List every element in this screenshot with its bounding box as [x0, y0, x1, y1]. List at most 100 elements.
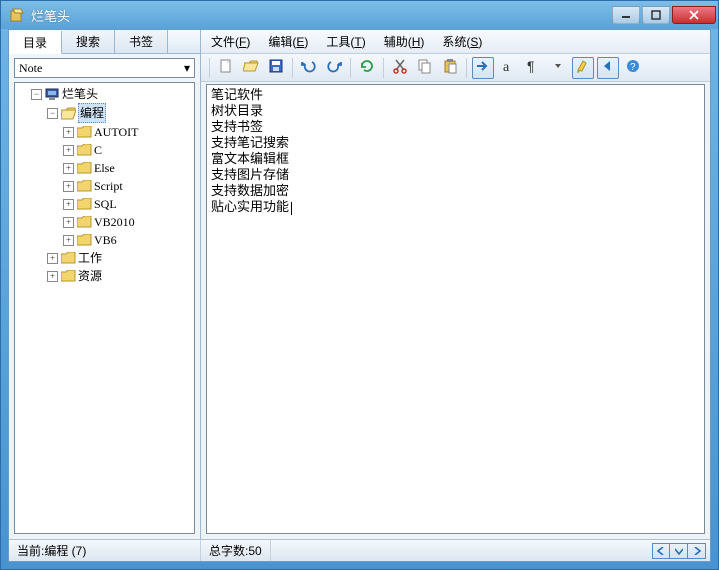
undo-button[interactable]	[298, 57, 320, 79]
folder-icon	[77, 234, 92, 247]
back-icon	[600, 58, 616, 77]
font-a-icon: a	[500, 58, 516, 77]
help-icon: ?	[625, 58, 641, 77]
tree-root[interactable]: −烂笔头	[31, 85, 194, 103]
new-button[interactable]	[215, 57, 237, 79]
tree-folder[interactable]: +VB6	[63, 231, 194, 249]
copy-button[interactable]	[414, 57, 436, 79]
tree-folder[interactable]: −编程	[47, 103, 194, 123]
open-icon	[243, 58, 259, 77]
titlebar: 烂笔头	[1, 1, 718, 29]
editor-line: 支持笔记搜索	[211, 135, 700, 151]
minimize-button[interactable]	[612, 6, 640, 24]
tree-folder[interactable]: +VB2010	[63, 213, 194, 231]
cut-button[interactable]	[389, 57, 411, 79]
open-button[interactable]	[240, 57, 262, 79]
tree-folder[interactable]: +资源	[47, 267, 194, 285]
folder-icon	[77, 126, 92, 139]
pilcrow-icon: ¶	[525, 58, 541, 77]
app-icon	[9, 7, 25, 23]
goto-button[interactable]	[472, 57, 494, 79]
menu-e[interactable]: 编辑(E)	[268, 33, 308, 50]
tree-view[interactable]: −烂笔头−编程+AUTOIT+C+Else+Script+SQL+VB2010+…	[14, 82, 195, 534]
tree-folder[interactable]: +C	[63, 141, 194, 159]
window-controls	[612, 6, 716, 24]
status-left: 当前:编程 (7)	[9, 540, 201, 561]
goto-icon	[475, 58, 491, 77]
editor-line: 贴心实用功能	[211, 199, 700, 215]
folder-icon	[77, 162, 92, 175]
paste-icon	[442, 58, 458, 77]
font-a-button[interactable]: a	[497, 57, 519, 79]
tree-folder[interactable]: +AUTOIT	[63, 123, 194, 141]
help-button[interactable]: ?	[622, 57, 644, 79]
save-icon	[268, 58, 284, 77]
folder-icon	[77, 180, 92, 193]
status-wordcount: 总字数:50	[201, 540, 271, 561]
notebook-select[interactable]: Note ▾	[14, 58, 195, 78]
editor-line: 支持数据加密	[211, 183, 700, 199]
maximize-button[interactable]	[642, 6, 670, 24]
workarea: 目录 搜索 书签 Note ▾ −烂笔头−编程+AUTOIT+C+Else+Sc…	[9, 30, 710, 539]
tab-search[interactable]: 搜索	[62, 30, 115, 53]
highlight-icon	[575, 58, 591, 77]
cut-icon	[392, 58, 408, 77]
chevron-down-icon: ▾	[184, 61, 190, 76]
left-pane: 目录 搜索 书签 Note ▾ −烂笔头−编程+AUTOIT+C+Else+Sc…	[9, 30, 201, 539]
combo-row: Note ▾	[9, 54, 200, 82]
redo-icon	[326, 58, 342, 77]
dropdown-icon	[554, 58, 562, 77]
highlight-button[interactable]	[572, 57, 594, 79]
menu-s[interactable]: 系统(S)	[442, 33, 482, 50]
tab-bookmark[interactable]: 书签	[115, 30, 168, 53]
menu-h[interactable]: 辅助(H)	[384, 33, 425, 50]
sidebar-tabs: 目录 搜索 书签	[9, 30, 200, 54]
tree-folder[interactable]: +SQL	[63, 195, 194, 213]
folder-icon	[77, 216, 92, 229]
save-button[interactable]	[265, 57, 287, 79]
statusbar: 当前:编程 (7) 总字数:50	[9, 539, 710, 561]
editor[interactable]: 笔记软件树状目录支持书签支持笔记搜索富文本编辑框支持图片存储支持数据加密贴心实用…	[206, 84, 705, 534]
folder-open-icon	[61, 107, 76, 120]
undo-icon	[301, 58, 317, 77]
refresh-button[interactable]	[356, 57, 378, 79]
refresh-icon	[359, 58, 375, 77]
computer-icon	[45, 88, 60, 101]
nav-prev-button[interactable]	[652, 543, 670, 559]
nav-next-button[interactable]	[688, 543, 706, 559]
client-area: 目录 搜索 书签 Note ▾ −烂笔头−编程+AUTOIT+C+Else+Sc…	[8, 29, 711, 562]
toolbar: a ¶?	[201, 54, 710, 82]
folder-icon	[61, 252, 76, 265]
svg-text:¶: ¶	[527, 58, 535, 74]
editor-line: 支持书签	[211, 119, 700, 135]
folder-icon	[77, 144, 92, 157]
pilcrow-button[interactable]: ¶	[522, 57, 544, 79]
folder-icon	[61, 270, 76, 283]
menu-f[interactable]: 文件(F)	[211, 33, 250, 50]
copy-icon	[417, 58, 433, 77]
tree-folder[interactable]: +工作	[47, 249, 194, 267]
app-window: 烂笔头 目录 搜索 书签 Note ▾	[0, 0, 719, 570]
folder-icon	[77, 198, 92, 211]
back-button[interactable]	[597, 57, 619, 79]
editor-line: 笔记软件	[211, 87, 700, 103]
status-nav	[652, 543, 710, 559]
menu-t[interactable]: 工具(T)	[326, 33, 365, 50]
right-pane: 文件(F)编辑(E)工具(T)辅助(H)系统(S) a¶? 笔记软件树状目录支持…	[201, 30, 710, 539]
editor-line: 树状目录	[211, 103, 700, 119]
redo-button[interactable]	[323, 57, 345, 79]
tab-directory[interactable]: 目录	[9, 31, 62, 54]
editor-line: 富文本编辑框	[211, 151, 700, 167]
tree-folder[interactable]: +Script	[63, 177, 194, 195]
new-icon	[218, 58, 234, 77]
svg-text:a: a	[503, 60, 510, 74]
paste-button[interactable]	[439, 57, 461, 79]
close-button[interactable]	[672, 6, 716, 24]
svg-text:?: ?	[630, 62, 636, 73]
editor-line: 支持图片存储	[211, 167, 700, 183]
menubar: 文件(F) 编辑(E) 工具(T) 辅助(H) 系统(S)	[201, 30, 710, 54]
window-title: 烂笔头	[31, 6, 612, 25]
nav-down-button[interactable]	[670, 543, 688, 559]
dropdown-button[interactable]	[547, 57, 569, 79]
tree-folder[interactable]: +Else	[63, 159, 194, 177]
